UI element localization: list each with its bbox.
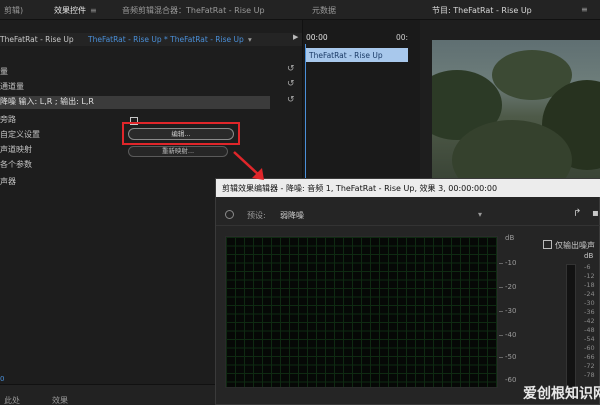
tab-audio-mixer[interactable]: 音频剪辑混合器：TheFatRat - Rise Up (122, 5, 265, 16)
db-tick (499, 311, 503, 312)
meter-label: -54 (584, 335, 595, 343)
toolbar-icon[interactable]: ▪ (592, 208, 599, 219)
meter-label: -12 (584, 272, 595, 280)
meter-label: -60 (584, 344, 595, 352)
level-meter (566, 264, 576, 389)
property-row-denoise[interactable]: 降噪 输入: L,R ; 输出: L,R (0, 96, 270, 109)
play-triangle-icon[interactable]: ▶ (293, 33, 298, 41)
timecode-value: 0 (0, 375, 5, 383)
reset-icon[interactable]: ↺ (287, 95, 295, 105)
timeline-end-time: 00: (396, 33, 409, 42)
meter-label: -48 (584, 326, 595, 334)
db-tick (499, 335, 503, 336)
db-axis-label: -50 (505, 353, 517, 361)
meter-label: -36 (584, 308, 595, 316)
meter-label: -42 (584, 317, 595, 325)
program-menu-icon[interactable]: ≡ (581, 5, 588, 14)
tab-menu-icon[interactable]: ≡ (90, 6, 97, 15)
sequence-clip-label[interactable]: TheFatRat - Rise Up * TheFatRat - Rise U… (88, 35, 244, 44)
db-axis-label: -40 (505, 331, 517, 339)
db-axis-label: -10 (505, 259, 517, 267)
tab-effect-controls-label: 效果控件 (54, 6, 86, 15)
property-row[interactable]: 量 (0, 66, 270, 79)
timeline-clip[interactable]: TheFatRat - Rise Up (306, 48, 408, 62)
tab-effect-controls[interactable]: 效果控件 ≡ (54, 5, 97, 22)
meter-label: -72 (584, 362, 595, 370)
noise-only-label: 仅输出噪声 (555, 241, 595, 250)
power-icon[interactable] (225, 210, 234, 219)
db-tick (499, 357, 503, 358)
toolbar-icon[interactable]: ↱ (573, 208, 581, 219)
reset-icon[interactable]: ↺ (287, 79, 295, 89)
meter-label: -78 (584, 371, 595, 379)
db-axis-label: -30 (505, 307, 517, 315)
meter-label: -30 (584, 299, 595, 307)
source-clip-label[interactable]: TheFatRat - Rise Up (0, 35, 74, 44)
watermark-text: 爱创根知识网 (523, 386, 600, 402)
meter-label: -6 (584, 263, 591, 271)
program-monitor-video[interactable] (432, 40, 600, 180)
meter-header: dB (584, 252, 594, 260)
db-axis-label: -20 (505, 283, 517, 291)
tab-info[interactable]: 此处 (4, 395, 20, 405)
meter-label: -18 (584, 281, 595, 289)
chevron-down-icon[interactable]: ▾ (478, 210, 482, 219)
sequence-selector[interactable]: TheFatRat - Rise Up TheFatRat - Rise Up … (0, 33, 302, 46)
preset-dropdown[interactable]: 弱降噪 (280, 210, 304, 221)
pointer-arrow-icon (233, 151, 264, 180)
meter-label: -66 (584, 353, 595, 361)
db-axis-label: -60 (505, 376, 517, 384)
db-tick (499, 263, 503, 264)
noise-only-checkbox[interactable] (543, 240, 552, 249)
fx-editor-title[interactable]: 剪辑效果编辑器 - 降噪: 音频 1, TheFatRat - Rise Up,… (216, 179, 600, 197)
chevron-down-icon[interactable]: ▾ (248, 35, 252, 44)
db-axis-label: dB (505, 234, 515, 242)
preset-label: 预设: (247, 211, 266, 220)
tab-effects[interactable]: 效果 (52, 395, 68, 405)
remap-button[interactable]: 重新映射... (128, 146, 228, 157)
noise-spectrum-graph[interactable] (225, 236, 498, 388)
watermark-logo: 爱创根知识网 (523, 383, 600, 403)
property-row[interactable]: 通道量 (0, 81, 270, 94)
tab-metadata[interactable]: 元数据 (312, 5, 336, 16)
meter-label: -24 (584, 290, 595, 298)
divider (216, 225, 600, 226)
bottom-tab-bar: 此处 效果 (0, 384, 220, 405)
db-tick (499, 287, 503, 288)
reset-icon[interactable]: ↺ (287, 64, 295, 74)
timeline-start-time: 00:00 (306, 33, 328, 42)
tab-clip[interactable]: 剪辑) (4, 5, 23, 16)
highlight-box (122, 122, 240, 145)
program-monitor-title[interactable]: 节目: TheFatRat - Rise Up (432, 5, 532, 16)
